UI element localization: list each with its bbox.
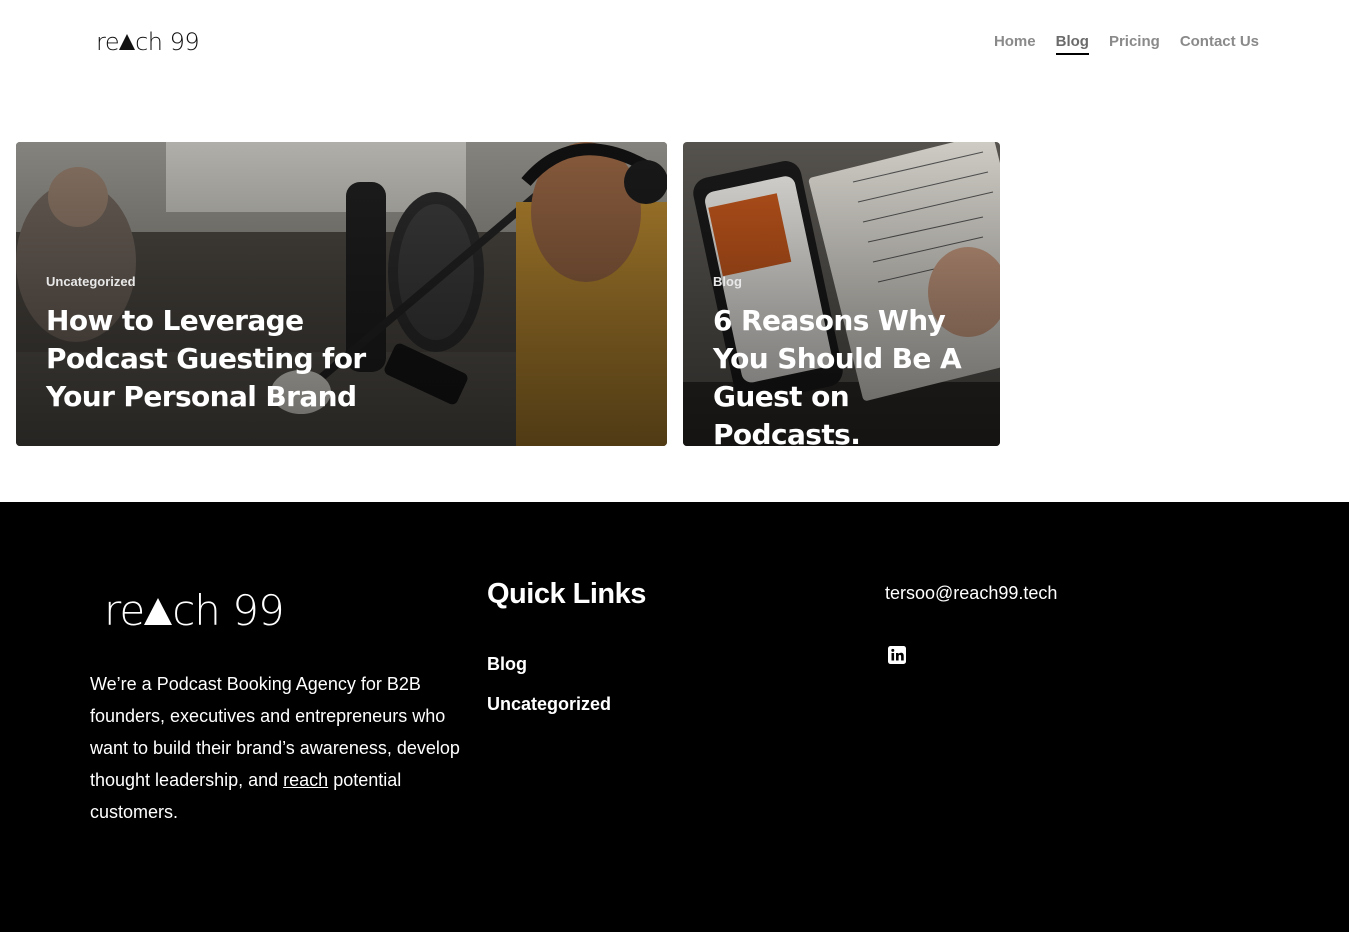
logo-text-right: ch 99 [135,28,200,56]
footer-logo-triangle-icon [144,598,173,625]
main-nav: Home Blog Pricing Contact Us [994,33,1259,55]
quick-link-blog[interactable]: Blog [487,654,527,675]
nav-home[interactable]: Home [994,33,1036,55]
linkedin-icon[interactable] [887,645,907,665]
quick-link-uncategorized[interactable]: Uncategorized [487,694,611,715]
nav-blog[interactable]: Blog [1055,33,1089,55]
about-text: We’re a Podcast Booking Agency for B2B f… [90,668,470,828]
logo-text-left: re [96,28,120,56]
footer-logo-text-right: ch 99 [172,586,285,635]
post-category[interactable]: Uncategorized [46,274,136,289]
post-title[interactable]: How to Leverage Podcast Guesting for You… [46,302,406,416]
footer-logo[interactable]: re ch 99 [104,586,285,635]
reach-link[interactable]: reach [283,770,328,790]
post-card[interactable]: Uncategorized How to Leverage Podcast Gu… [16,142,667,446]
contact-email[interactable]: tersoo@reach99.tech [885,583,1057,604]
post-category[interactable]: Blog [713,274,742,289]
quick-links-heading: Quick Links [487,578,646,610]
site-logo[interactable]: re ch 99 [96,28,200,56]
about-text-part: We’re a Podcast Booking Agency for B2B f… [90,674,460,790]
nav-contact-us[interactable]: Contact Us [1180,33,1259,55]
footer-logo-text-left: re [104,586,145,635]
site-header: re ch 99 Home Blog Pricing Contact Us [0,0,1349,86]
post-card[interactable]: Blog 6 Reasons Why You Should Be A Guest… [683,142,1000,446]
post-title[interactable]: 6 Reasons Why You Should Be A Guest on P… [713,302,993,446]
site-footer: re ch 99 We’re a Podcast Booking Agency f… [0,502,1349,932]
logo-triangle-icon [119,34,136,50]
nav-pricing[interactable]: Pricing [1109,33,1160,55]
